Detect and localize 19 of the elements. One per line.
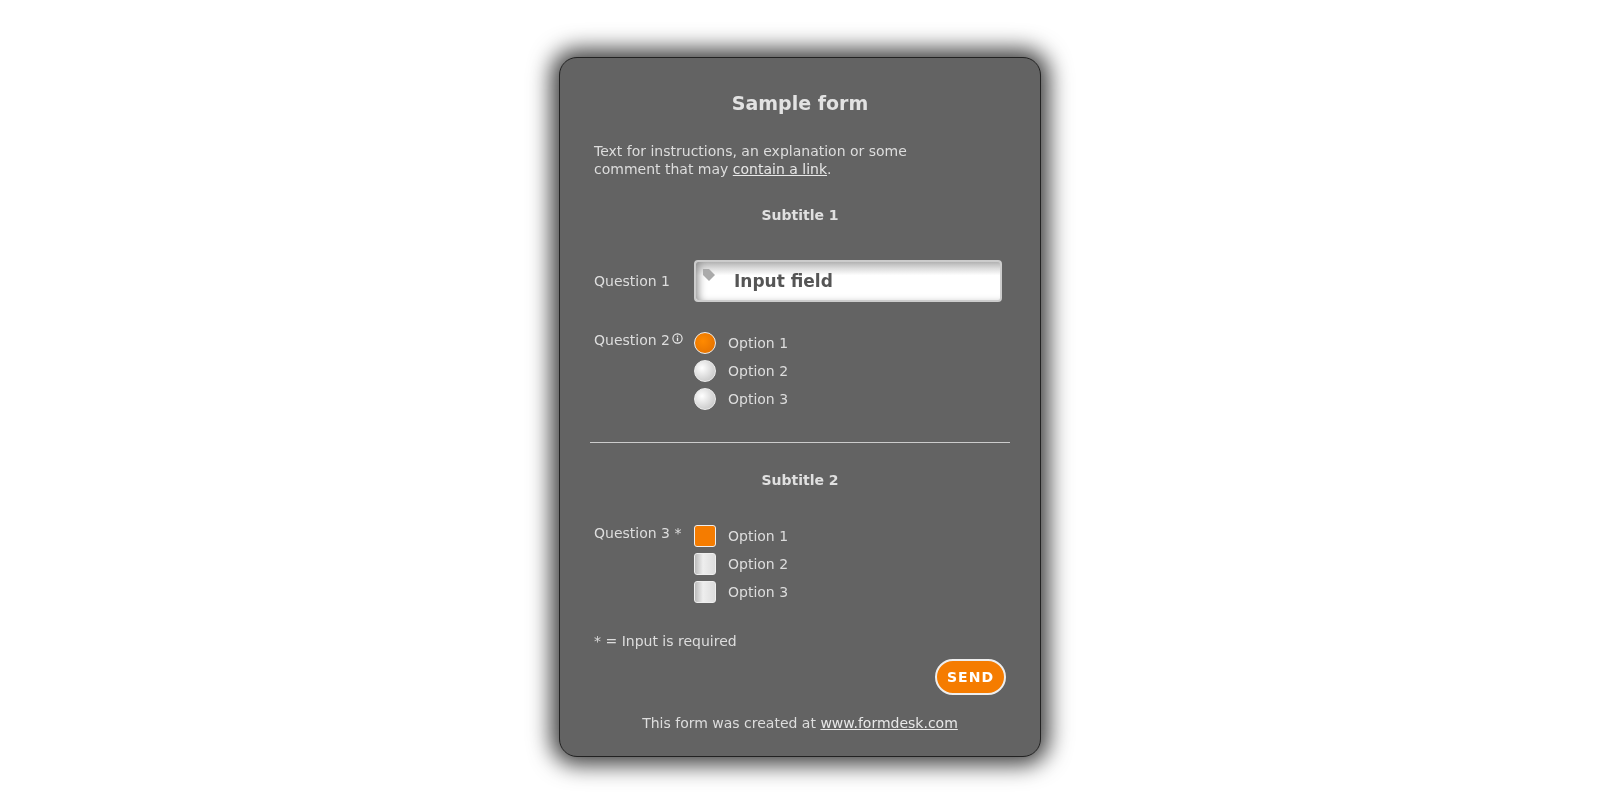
link[interactable]: www.formdesk.com [820,715,958,731]
option-label: Option 3 [728,391,789,407]
instructions-text: Text for instructions, an explanation or some comment that may contain a link. [594,142,908,178]
input-field[interactable]: Input field [694,260,1002,302]
option-label: Option 1 [728,528,789,544]
option-label: Option 2 [728,363,789,379]
required-note: * = Input is required [594,633,738,649]
option-label: Option 1 [728,335,789,351]
footer-text: This form was created at www.formdesk.com [641,715,959,731]
question-label: Question 2 [594,332,670,348]
section-subtitle: Subtitle 2 [760,471,840,489]
send-button[interactable]: SEND [935,659,1006,695]
form-title: Sample form [730,91,870,115]
question-label: Question 3 * [594,525,682,541]
option-label: Option 3 [728,584,789,600]
option-label: Option 2 [728,556,789,572]
question-label: Question 1 [594,273,670,289]
section-subtitle: Subtitle 1 [760,206,840,224]
link[interactable]: contain a link [732,161,827,177]
